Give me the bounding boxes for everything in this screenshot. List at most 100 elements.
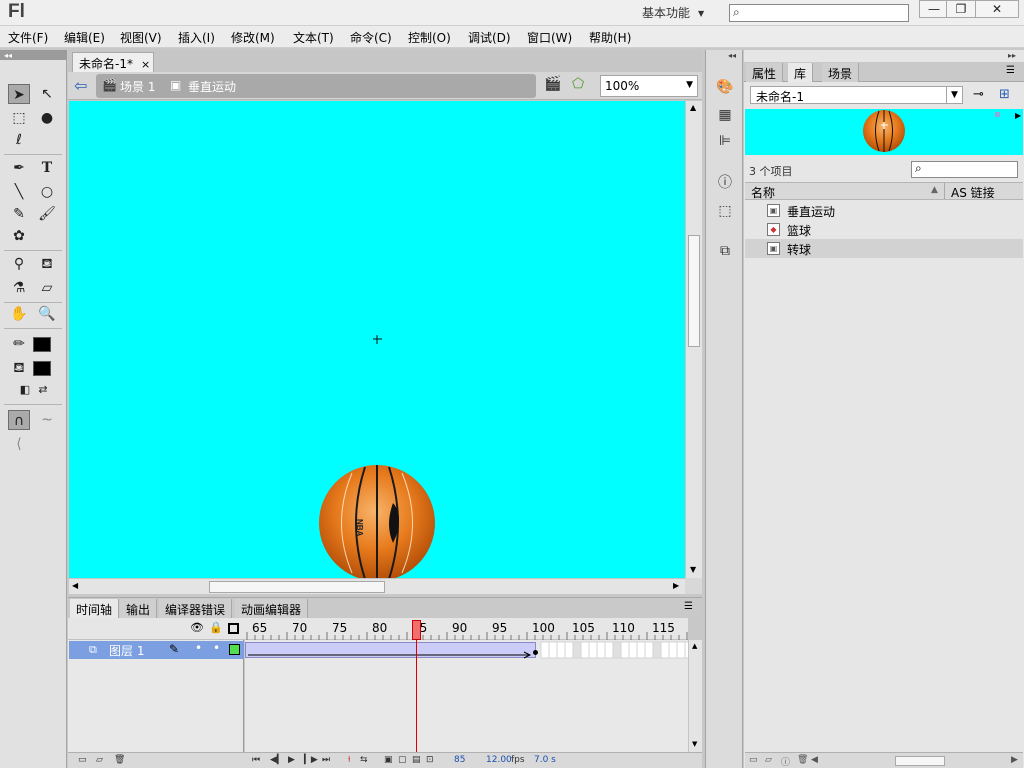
frame-cell[interactable] <box>548 641 558 659</box>
workspace-switcher[interactable]: 基本功能 ▼ <box>642 4 704 21</box>
swatches-panel-icon[interactable]: ▦ <box>716 106 734 124</box>
frame-cell[interactable] <box>556 641 566 659</box>
stroke-color-swatch[interactable] <box>33 337 51 352</box>
scroll-down-icon[interactable]: ▼ <box>692 740 697 748</box>
breadcrumb-symbol[interactable]: 垂直运动 <box>188 78 236 95</box>
frame-cell[interactable] <box>540 641 550 659</box>
minimize-button[interactable]: — <box>919 0 949 18</box>
frame-cell[interactable] <box>612 641 622 659</box>
basketball[interactable]: NBA <box>319 465 435 578</box>
menu-debug[interactable]: 调试(D) <box>468 29 511 46</box>
delete-layer-icon[interactable]: 🗑 <box>114 755 125 765</box>
menu-control[interactable]: 控制(O) <box>408 29 451 46</box>
straighten-icon[interactable]: ⟨ <box>8 434 30 454</box>
center-frame-icon[interactable]: ⍿ <box>348 755 350 765</box>
frame-rate-value[interactable]: 12.00 <box>486 755 512 765</box>
restore-button[interactable]: ❐ <box>946 0 976 18</box>
tab-output[interactable]: 输出 <box>120 599 158 618</box>
library-scroll-thumb[interactable] <box>895 756 945 766</box>
brush-tool-icon[interactable]: 🖌 <box>36 204 58 224</box>
scroll-right-icon[interactable]: ▶ <box>1011 755 1018 765</box>
frame-cell[interactable] <box>604 641 614 659</box>
sort-ascending-icon[interactable]: ▲ <box>931 185 938 195</box>
fill-color-swatch[interactable] <box>33 361 51 376</box>
pencil-tool-icon[interactable]: ✎ <box>8 204 30 224</box>
scroll-up-icon[interactable]: ▲ <box>692 642 697 650</box>
subselection-tool-icon[interactable]: ↖ <box>36 84 58 104</box>
tab-motion-editor[interactable]: 动画编辑器 <box>235 599 309 618</box>
layer-outline-color[interactable] <box>229 644 240 655</box>
tab-library[interactable]: 库 <box>788 63 814 82</box>
frame-cell[interactable] <box>596 641 606 659</box>
menu-commands[interactable]: 命令(C) <box>350 29 392 46</box>
scroll-left-icon[interactable]: ◀ <box>811 755 818 765</box>
stage-vertical-scrollbar[interactable]: ▲ ▼ <box>685 101 702 578</box>
next-frame-icon[interactable]: ▎▶ <box>304 755 318 765</box>
zoom-select[interactable]: 100% ▼ <box>600 75 698 97</box>
keyframe-dot[interactable] <box>533 650 538 655</box>
outline-icon[interactable] <box>228 623 239 634</box>
collapse-panel-icon[interactable]: ▸▸ <box>1008 51 1016 60</box>
frame-cell[interactable] <box>628 641 638 659</box>
frame-cell[interactable] <box>580 641 590 659</box>
oval-tool-icon[interactable]: ○ <box>36 182 58 202</box>
info-panel-icon[interactable]: ⓘ <box>716 174 734 192</box>
prev-frame-icon[interactable]: ◀▎ <box>270 755 284 765</box>
frame-cell[interactable] <box>572 641 582 659</box>
hand-tool-icon[interactable]: ✋ <box>8 304 30 324</box>
properties-icon[interactable]: ⓘ <box>781 755 790 768</box>
bone-tool-icon[interactable]: ⚲ <box>8 254 30 274</box>
tab-properties[interactable]: 属性 <box>746 63 784 82</box>
last-frame-icon[interactable]: ⏭ <box>322 755 330 765</box>
free-transform-tool-icon[interactable]: ⬚ <box>8 108 30 128</box>
pin-library-icon[interactable]: ⊸ <box>973 87 984 102</box>
menu-insert[interactable]: 插入(I) <box>178 29 215 46</box>
timeline-vertical-scrollbar[interactable]: ▲ ▼ <box>688 640 702 752</box>
collapse-strip-icon[interactable]: ◂◂ <box>728 51 736 60</box>
menu-view[interactable]: 视图(V) <box>120 29 162 46</box>
column-name[interactable]: 名称 <box>751 184 775 201</box>
edit-scene-icon[interactable]: 🎬 <box>544 76 561 92</box>
panel-menu-icon[interactable]: ☰ <box>1006 65 1015 76</box>
snap-to-objects-icon[interactable]: ∩ <box>8 410 30 430</box>
stop-preview-icon[interactable] <box>995 112 1000 117</box>
align-panel-icon[interactable]: ⊫ <box>716 132 734 150</box>
first-frame-icon[interactable]: ⏮ <box>252 755 260 765</box>
color-panel-icon[interactable]: 🎨 <box>716 78 734 96</box>
frame-cell[interactable] <box>588 641 598 659</box>
3d-rotation-tool-icon[interactable]: ● <box>36 108 58 128</box>
selection-tool-icon[interactable]: ➤ <box>8 84 30 104</box>
paint-bucket-tool-icon[interactable]: ⛾ <box>36 254 58 274</box>
library-document-select[interactable]: 未命名-1 ▼ <box>750 86 963 104</box>
stage-horizontal-scrollbar[interactable]: ◀ ▶ <box>69 578 685 594</box>
pen-tool-icon[interactable]: ✒ <box>8 158 30 178</box>
smooth-icon[interactable]: ~ <box>36 410 58 430</box>
breadcrumb-scene[interactable]: 场景 1 <box>120 78 155 95</box>
scroll-left-icon[interactable]: ◀ <box>72 581 78 590</box>
document-tab[interactable]: 未命名-1* × <box>72 52 154 72</box>
frame-cell[interactable] <box>620 641 630 659</box>
menu-modify[interactable]: 修改(M) <box>231 29 275 46</box>
tab-compiler-errors[interactable]: 编译器错误 <box>159 599 233 618</box>
horizontal-scroll-thumb[interactable] <box>209 581 385 593</box>
scroll-right-icon[interactable]: ▶ <box>673 581 679 590</box>
play-icon[interactable]: ▶ <box>288 755 295 765</box>
new-library-panel-icon[interactable]: ⊞ <box>999 87 1010 102</box>
help-search-input[interactable]: ⌕ <box>729 4 909 22</box>
frame-cell[interactable] <box>564 641 574 659</box>
transform-panel-icon[interactable]: ⬚ <box>716 202 734 220</box>
collapse-toolbox-icon[interactable]: ◂◂ <box>4 51 12 60</box>
frame-cell[interactable] <box>668 641 678 659</box>
lock-icon[interactable]: 🔒 <box>209 621 223 634</box>
zoom-tool-icon[interactable]: 🔍 <box>36 304 58 324</box>
frame-cell[interactable] <box>660 641 670 659</box>
onion-skin-icon[interactable]: ▣ <box>384 755 393 765</box>
menu-edit[interactable]: 编辑(E) <box>64 29 105 46</box>
vertical-scroll-thumb[interactable] <box>688 235 700 347</box>
new-symbol-icon[interactable]: ▭ <box>749 755 758 765</box>
playhead[interactable] <box>412 620 421 640</box>
play-preview-icon[interactable]: ▶ <box>1015 111 1021 120</box>
column-linkage[interactable]: AS 链接 <box>951 184 995 201</box>
onion-outline-icon[interactable]: ▢ <box>398 755 407 765</box>
onion-markers-icon[interactable]: ⊡ <box>426 755 434 765</box>
